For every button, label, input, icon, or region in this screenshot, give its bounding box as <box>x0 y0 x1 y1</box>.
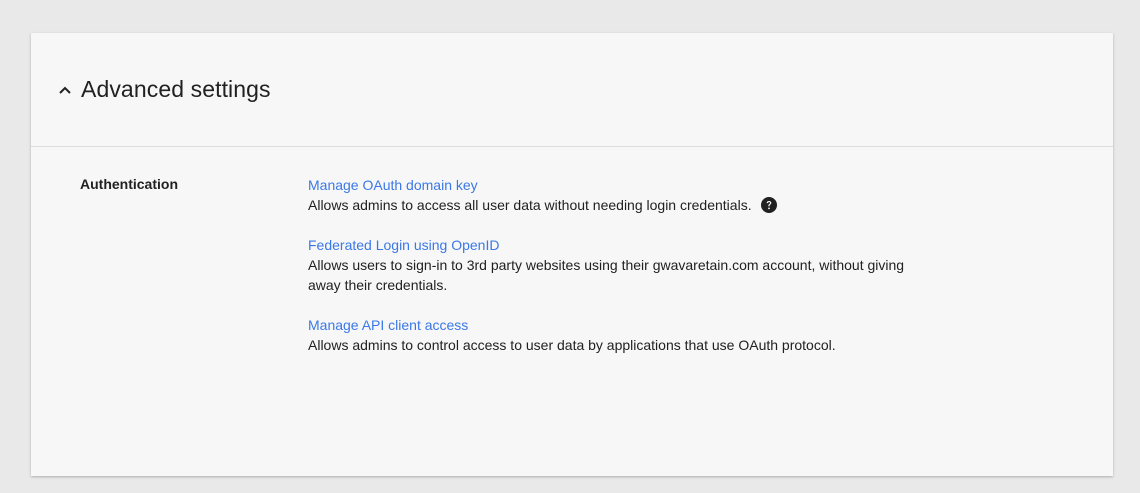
federated-login-openid-link[interactable]: Federated Login using OpenID <box>308 235 499 255</box>
page-title: Advanced settings <box>81 76 271 102</box>
openid-description-line-2: away their credentials. <box>308 277 448 293</box>
oauth-description-text: Allows admins to access all user data wi… <box>308 197 752 213</box>
list-item: Manage OAuth domain key Allows admins to… <box>308 175 1048 215</box>
list-item: Manage API client access Allows admins t… <box>308 315 1048 355</box>
manage-api-client-access-link[interactable]: Manage API client access <box>308 315 468 335</box>
authentication-items: Manage OAuth domain key Allows admins to… <box>308 175 1048 375</box>
section-label-authentication: Authentication <box>80 176 178 192</box>
chevron-up-icon[interactable] <box>55 80 75 100</box>
api-client-description: Allows admins to control access to user … <box>308 337 836 353</box>
item-description: Allows admins to access all user data wi… <box>308 195 1048 215</box>
help-circle-icon[interactable] <box>761 197 778 213</box>
advanced-settings-card: Advanced settings Authentication Manage … <box>31 33 1113 476</box>
advanced-settings-header[interactable]: Advanced settings <box>31 33 1113 147</box>
manage-oauth-domain-key-link[interactable]: Manage OAuth domain key <box>308 175 478 195</box>
list-item: Federated Login using OpenID Allows user… <box>308 235 1048 295</box>
openid-description-line-1: Allows users to sign-in to 3rd party web… <box>308 257 905 273</box>
item-description: Allows users to sign-in to 3rd party web… <box>308 255 1048 295</box>
